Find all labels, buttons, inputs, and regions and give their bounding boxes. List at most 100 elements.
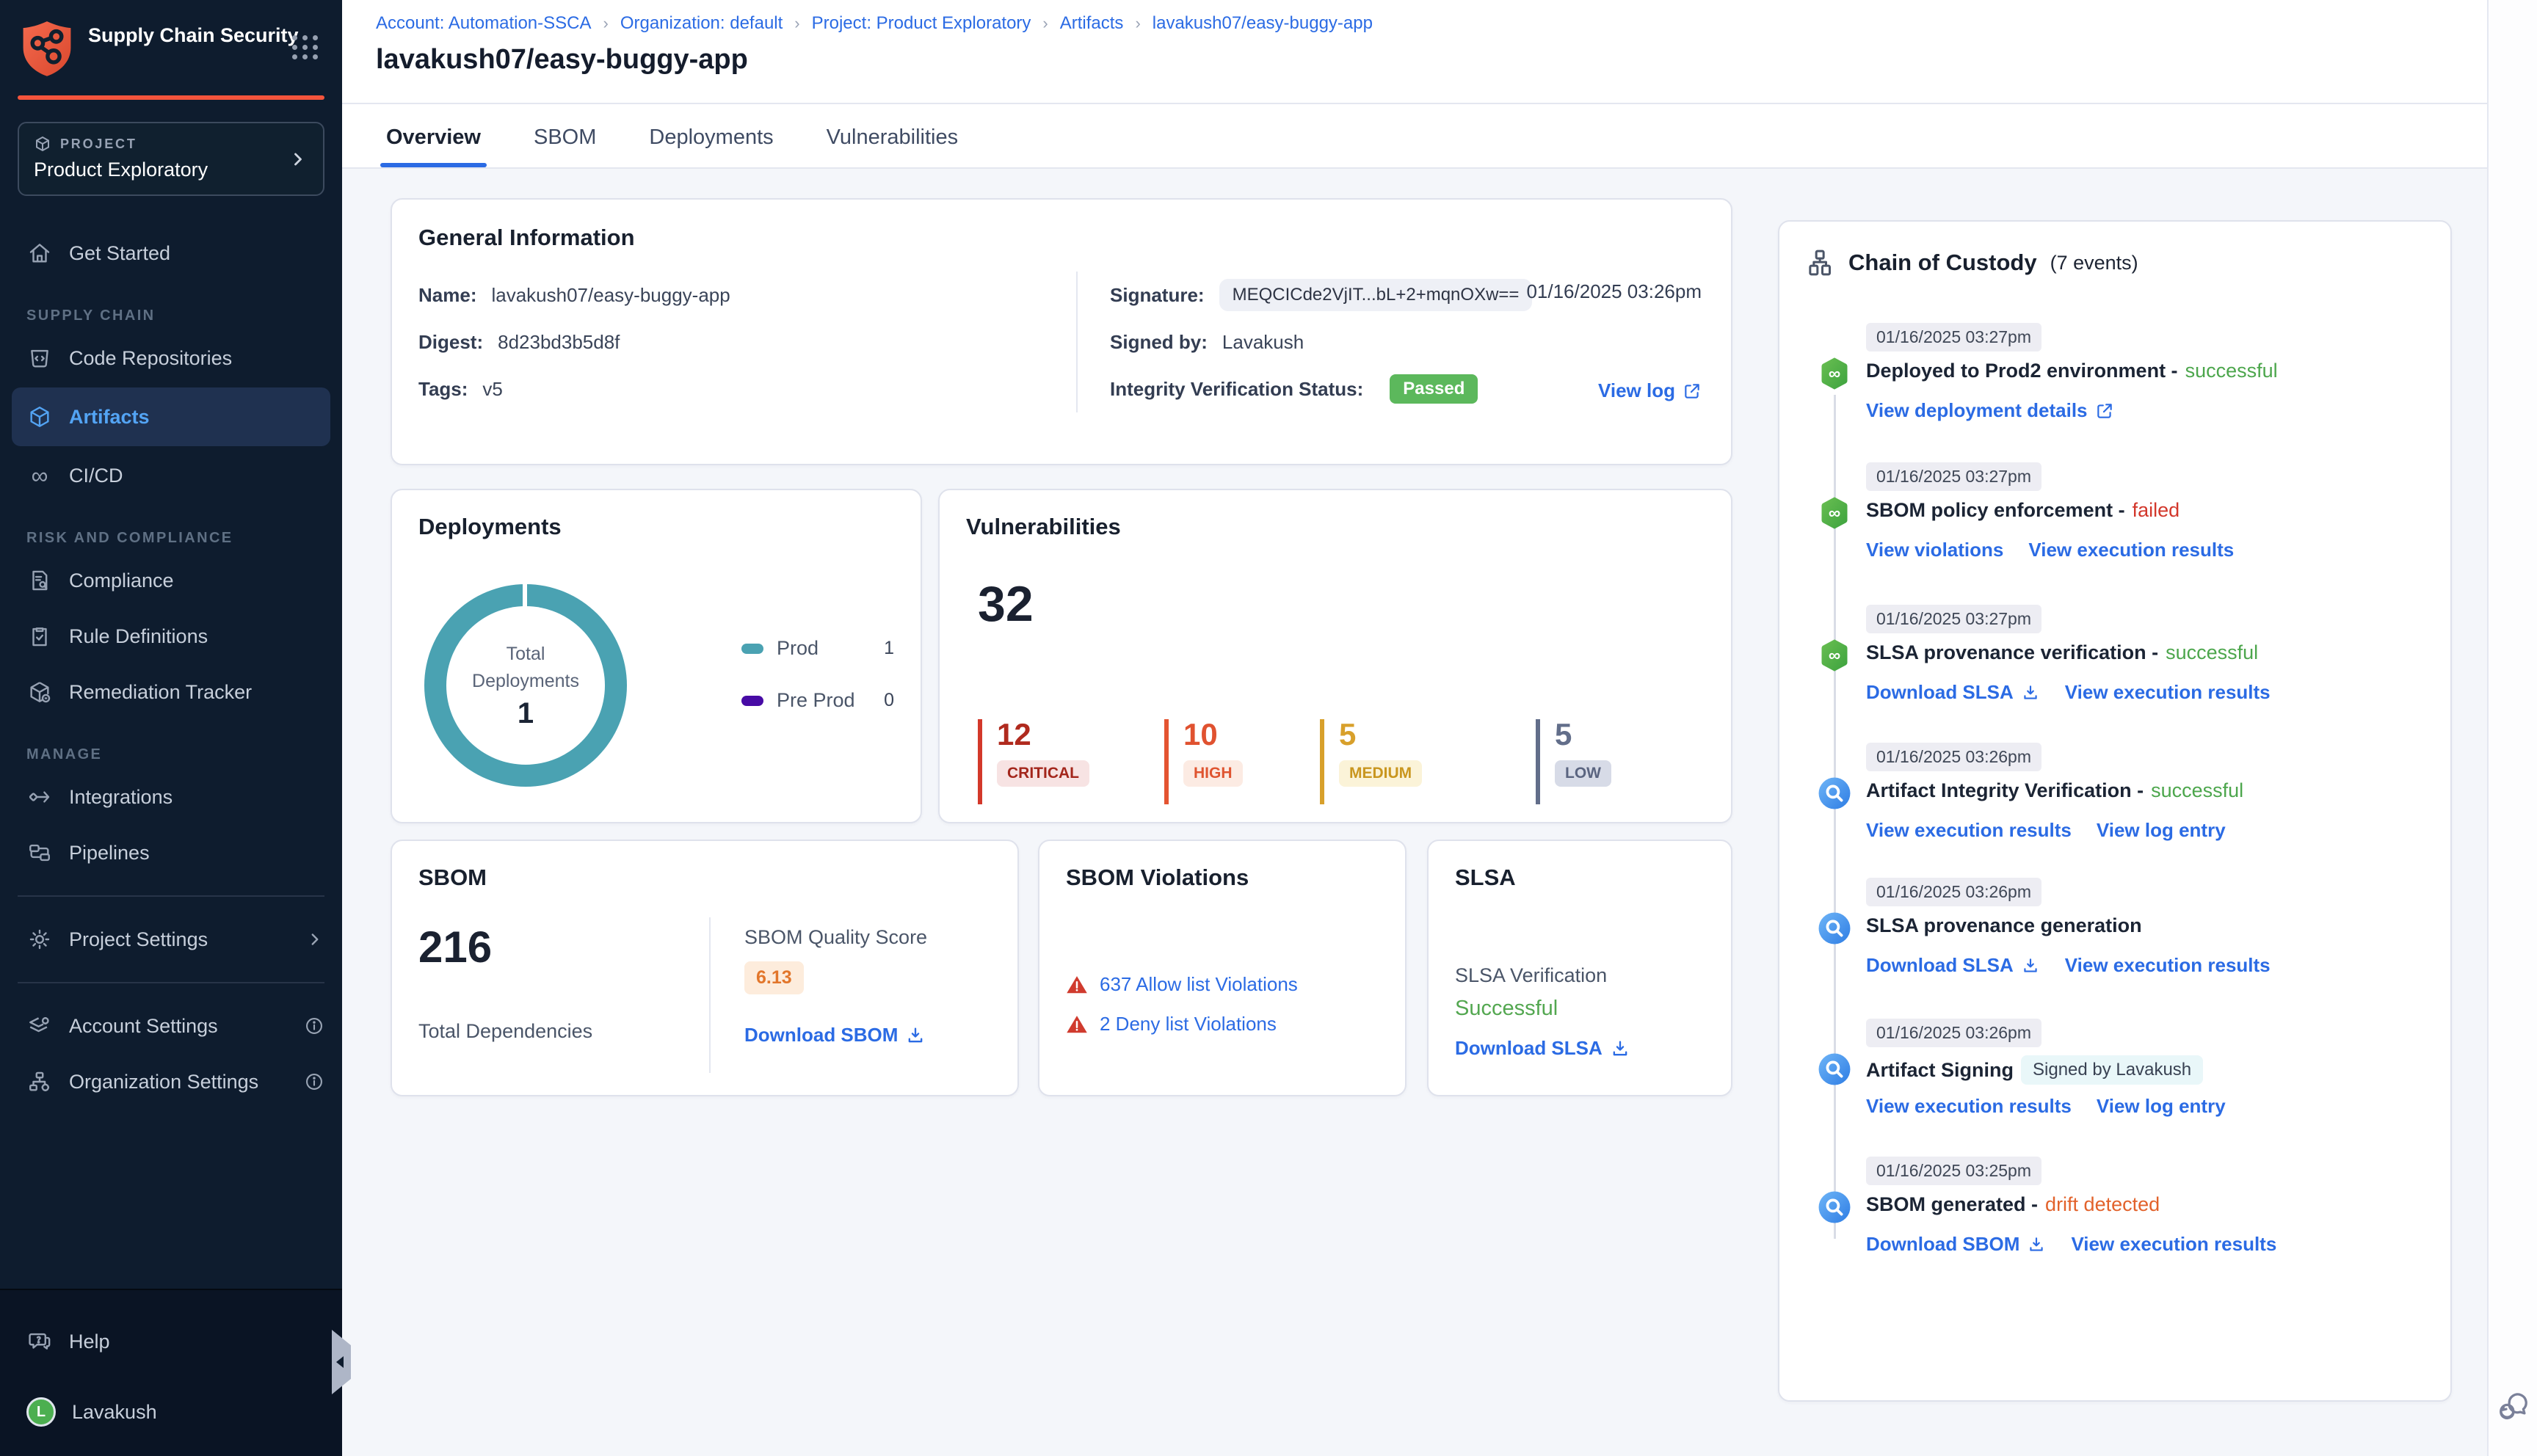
pipelines-icon: [26, 840, 53, 866]
download-slsa-link[interactable]: Download SLSA: [1866, 954, 2040, 977]
warning-triangle-icon: [1067, 1015, 1087, 1033]
tab-deployments[interactable]: Deployments: [649, 125, 773, 167]
sidebar-item-account-settings[interactable]: Account Settings: [0, 998, 342, 1054]
info-circle-icon[interactable]: [304, 1016, 324, 1036]
sidebar-item-remediation-tracker[interactable]: Remediation Tracker: [0, 664, 342, 720]
legend-swatch-prod: [741, 643, 763, 654]
infinity-icon: ∞: [31, 462, 48, 489]
deny-list-violations-link[interactable]: 2 Deny list Violations: [1100, 1013, 1277, 1035]
sidebar-item-label: CI/CD: [69, 464, 123, 487]
view-log-entry-link[interactable]: View log entry: [2097, 1095, 2226, 1118]
sidebar-item-label: Code Repositories: [69, 346, 233, 369]
help-label: Help: [69, 1330, 110, 1353]
breadcrumb-artifacts[interactable]: Artifacts: [1060, 13, 1124, 34]
name-label: Name:: [418, 283, 477, 306]
sidebar-item-pipelines[interactable]: Pipelines: [0, 825, 342, 881]
sidebar-item-cicd[interactable]: ∞ CI/CD: [0, 448, 342, 503]
sidebar-item-integrations[interactable]: Integrations: [0, 769, 342, 825]
donut-legend: Prod 1 Pre Prod 0: [741, 637, 894, 741]
sidebar-item-rule-definitions[interactable]: Rule Definitions: [0, 608, 342, 664]
download-icon: [2024, 958, 2037, 972]
view-execution-results-link[interactable]: View execution results: [1866, 819, 2072, 842]
breadcrumb-separator: ›: [794, 14, 800, 32]
event-title: SBOM policy enforcement -: [1866, 499, 2125, 521]
view-execution-results-link[interactable]: View execution results: [2065, 681, 2271, 704]
breadcrumb-project[interactable]: Project: Product Exploratory: [812, 13, 1031, 34]
signature-value[interactable]: MEQCICde2VjIT...bL+2+mqnOXw==: [1219, 279, 1533, 311]
user-menu[interactable]: L Lavakush: [0, 1384, 342, 1440]
sidebar-item-label: Get Started: [69, 241, 171, 264]
remediation-box-icon: [26, 679, 53, 705]
sidebar-item-get-started[interactable]: Get Started: [0, 225, 342, 281]
tab-vulnerabilities[interactable]: Vulnerabilities: [827, 125, 958, 167]
sidebar-item-project-settings[interactable]: Project Settings: [0, 911, 342, 967]
card-title: Deployments: [418, 514, 562, 539]
status-badge-passed: Passed: [1390, 374, 1478, 404]
view-log-entry-link[interactable]: View log entry: [2097, 819, 2226, 842]
sbom-quality-score-badge: 6.13: [744, 961, 804, 994]
deployments-donut-chart: Total Deployments 1: [424, 584, 627, 787]
event-status: failed: [2132, 499, 2180, 521]
scan-circle-icon: [1818, 777, 1851, 809]
breadcrumb-separator: ›: [1135, 14, 1141, 32]
breadcrumb-organization[interactable]: Organization: default: [620, 13, 783, 34]
integrations-share-icon: [26, 784, 53, 810]
info-circle-icon[interactable]: [304, 1071, 324, 1092]
artifact-box-icon: [26, 404, 53, 430]
slsa-verification-label: SLSA Verification: [1455, 964, 1608, 986]
chevron-right-icon: [305, 930, 324, 949]
tags-label: Tags:: [418, 377, 468, 400]
app-root: Supply Chain Security PROJECT Product Ex…: [0, 0, 2537, 1456]
breadcrumb-account[interactable]: Account: Automation-SSCA: [376, 13, 591, 34]
page-title: lavakush07/easy-buggy-app: [376, 44, 748, 75]
signature-label: Signature:: [1110, 283, 1205, 306]
pipeline-hexagon-icon: ∞: [1821, 497, 1848, 529]
user-name: Lavakush: [72, 1400, 157, 1423]
severity-medium: 5 MEDIUM: [1320, 719, 1423, 804]
view-execution-results-link[interactable]: View execution results: [2065, 954, 2271, 977]
event-timestamp: 01/16/2025 03:26pm: [1866, 878, 2042, 906]
card-title: SLSA: [1455, 864, 1516, 890]
project-name: Product Exploratory: [34, 159, 208, 181]
total-dependencies-value: 216: [418, 922, 493, 972]
sidebar-item-code-repositories[interactable]: Code Repositories: [0, 330, 342, 386]
project-selector[interactable]: PROJECT Product Exploratory: [18, 122, 324, 196]
view-deployment-details-link[interactable]: View deployment details: [1866, 399, 2114, 422]
tab-sbom[interactable]: SBOM: [534, 125, 596, 167]
download-icon: [909, 1027, 923, 1042]
sidebar-item-label: Compliance: [69, 569, 174, 592]
download-sbom-link[interactable]: Download SBOM: [744, 1024, 926, 1046]
sidebar-item-label: Integrations: [69, 785, 173, 808]
breadcrumb-current[interactable]: lavakush07/easy-buggy-app: [1153, 13, 1373, 34]
view-violations-link[interactable]: View violations: [1866, 539, 2003, 561]
view-execution-results-link[interactable]: View execution results: [2028, 539, 2234, 561]
download-sbom-link[interactable]: Download SBOM: [1866, 1233, 2046, 1256]
sbom-quality-score-label: SBOM Quality Score: [744, 926, 928, 948]
feedback-chat-icon[interactable]: [2496, 1390, 2530, 1424]
card-title: SBOM: [418, 864, 487, 890]
avatar: L: [26, 1397, 56, 1427]
card-title: General Information: [418, 225, 635, 250]
tab-overview[interactable]: Overview: [380, 125, 488, 167]
clipboard-check-icon: [26, 623, 53, 649]
event-timestamp: 01/16/2025 03:26pm: [1866, 1019, 2042, 1047]
warning-triangle-icon: [1067, 975, 1087, 993]
view-log-link[interactable]: View log: [1598, 379, 1702, 402]
chain-of-custody-title: Chain of Custody: [1848, 250, 2037, 275]
app-switcher-icon[interactable]: [292, 35, 319, 59]
severity-critical: 12 CRITICAL: [978, 719, 1089, 804]
sidebar-item-label: Rule Definitions: [69, 625, 208, 647]
allow-list-violations-link[interactable]: 637 Allow list Violations: [1100, 973, 1298, 996]
sidebar-item-compliance[interactable]: Compliance: [0, 553, 342, 608]
view-execution-results-link[interactable]: View execution results: [1866, 1095, 2072, 1118]
slsa-card: SLSA SLSA Verification Successful Downlo…: [1427, 840, 1732, 1096]
severity-low: 5 LOW: [1536, 719, 1611, 804]
sidebar-item-artifacts[interactable]: Artifacts: [12, 387, 330, 446]
download-slsa-link[interactable]: Download SLSA: [1866, 681, 2040, 704]
event-title: SLSA provenance verification -: [1866, 641, 2159, 663]
legend-item-preprod: Pre Prod 0: [741, 689, 894, 712]
download-slsa-link[interactable]: Download SLSA: [1455, 1037, 1630, 1060]
help-button[interactable]: Help: [0, 1314, 342, 1369]
sidebar-item-organization-settings[interactable]: Organization Settings: [0, 1054, 342, 1110]
view-execution-results-link[interactable]: View execution results: [2071, 1233, 2276, 1256]
